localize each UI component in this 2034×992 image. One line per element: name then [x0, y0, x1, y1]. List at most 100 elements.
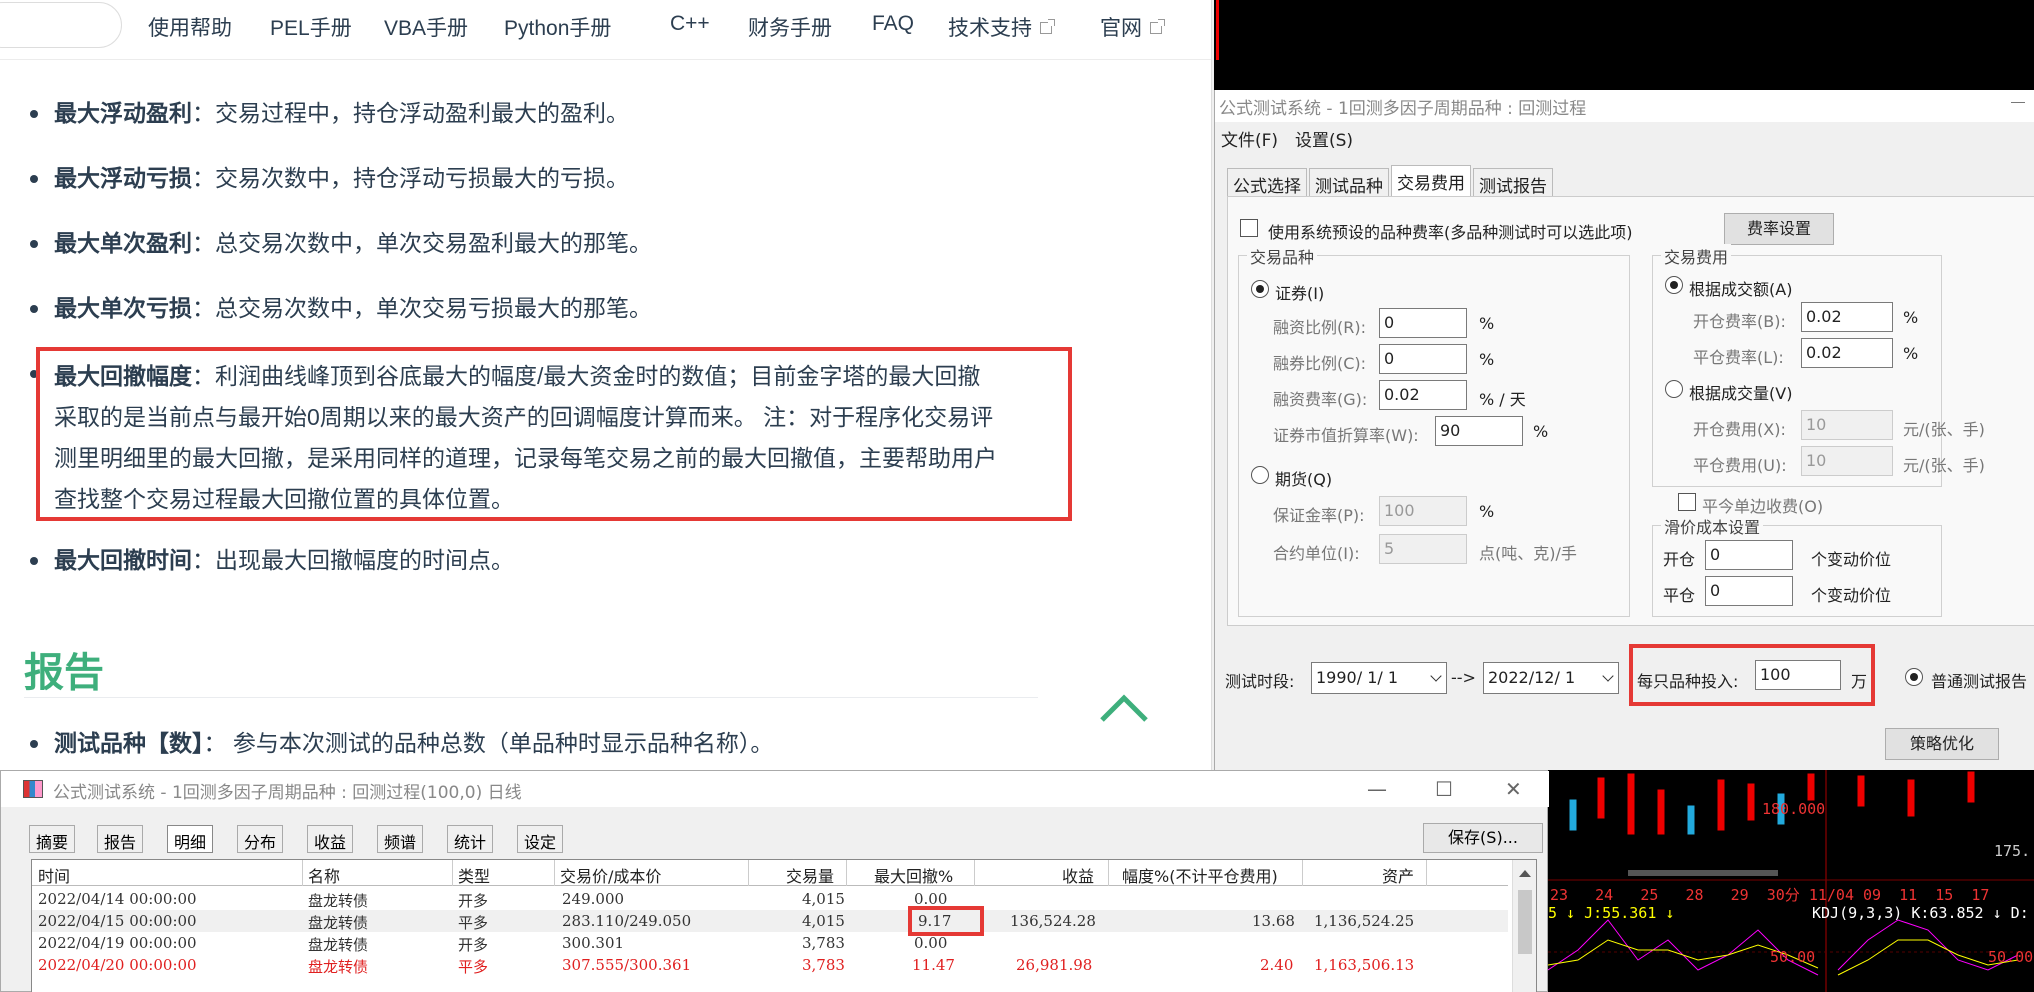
minimize-icon[interactable]: [2011, 102, 2025, 103]
tab-trading-fee[interactable]: 交易费用: [1391, 165, 1471, 196]
close-rate-input[interactable]: 0.02: [1801, 338, 1893, 368]
candle: [1657, 789, 1665, 835]
close-icon[interactable]: ✕: [1505, 777, 1522, 801]
variety-group-title: 交易品种: [1247, 244, 1318, 268]
deposit-rate-label: 保证金率(P):: [1273, 506, 1365, 525]
open-fee-input[interactable]: 10: [1801, 410, 1893, 440]
slip-open-input[interactable]: 0: [1705, 540, 1793, 570]
candle: [1687, 805, 1695, 835]
save-button[interactable]: 保存(S)...: [1423, 823, 1543, 853]
slip-close-input[interactable]: 0: [1705, 576, 1793, 606]
margin-ratio-input[interactable]: 0: [1379, 308, 1467, 338]
tab-settings[interactable]: 设定: [517, 825, 564, 853]
nav-tech-support-label: 技术支持: [948, 17, 1032, 40]
external-link-icon: [1040, 19, 1055, 34]
table-header: 时间 名称 类型 交易价/成本价 交易量 最大回撤% 收益 幅度%(不计平仓费用…: [32, 860, 1508, 886]
contract-unit-input[interactable]: 5: [1379, 534, 1467, 564]
menu-file[interactable]: 文件(F): [1221, 126, 1278, 151]
nav-vba-manual[interactable]: VBA手册: [384, 12, 468, 42]
nav-tech-support[interactable]: 技术支持: [948, 12, 1055, 42]
chevron-down-icon: [1430, 670, 1442, 682]
candle: [1627, 773, 1635, 835]
nav-finance-manual[interactable]: 财务手册: [748, 12, 832, 42]
percent-unit: %: [1479, 314, 1495, 333]
nav-official-site-label: 官网: [1100, 17, 1142, 40]
col-price[interactable]: 交易价/成本价: [560, 863, 661, 887]
col-type[interactable]: 类型: [458, 863, 490, 887]
col-time[interactable]: 时间: [38, 863, 70, 887]
discount-rate-input[interactable]: 90: [1435, 416, 1523, 446]
tab-spectrum[interactable]: 频谱: [377, 825, 424, 853]
percent-unit: %: [1903, 308, 1919, 327]
slip-unit: 个变动价位: [1811, 586, 1892, 605]
search-input[interactable]: [0, 2, 122, 48]
fee-settings-button[interactable]: 费率设置: [1724, 213, 1834, 245]
table-row[interactable]: 2022/04/14 00:00:00 盘龙转债 开多 249.000 4,01…: [32, 888, 1508, 910]
futures-radio[interactable]: [1251, 466, 1269, 484]
tab-detail[interactable]: 明细: [167, 825, 214, 853]
by-amount-radio[interactable]: [1665, 276, 1683, 294]
tab-summary[interactable]: 摘要: [29, 825, 76, 853]
maximize-icon[interactable]: ☐: [1435, 777, 1453, 801]
short-ratio-input[interactable]: 0: [1379, 344, 1467, 374]
tab-test-report[interactable]: 测试报告: [1473, 168, 1553, 197]
table-row[interactable]: 2022/04/19 00:00:00 盘龙转债 开多 300.301 3,78…: [32, 932, 1508, 954]
period-label: 测试时段:: [1225, 672, 1295, 691]
nav-pel-manual[interactable]: PEL手册: [270, 12, 352, 42]
col-divider: [1108, 860, 1109, 886]
col-profit[interactable]: 收益: [1062, 863, 1094, 887]
nav-faq[interactable]: FAQ: [872, 12, 914, 36]
slip-open-label: 开仓: [1663, 550, 1696, 569]
cell-name: 盘龙转债: [308, 892, 369, 910]
margin-ratio-label: 融资比例(R):: [1273, 318, 1366, 337]
margin-rate-input[interactable]: 0.02: [1379, 380, 1467, 410]
open-rate-input[interactable]: 0.02: [1801, 302, 1893, 332]
optimize-button[interactable]: 策略优化: [1885, 728, 1999, 760]
col-drawdown[interactable]: 最大回撤%: [874, 863, 953, 887]
end-date-value: 2022/12/ 1: [1488, 668, 1576, 687]
securities-radio[interactable]: [1251, 280, 1269, 298]
minimize-icon[interactable]: —: [1367, 777, 1387, 801]
back-to-top-icon[interactable]: [1098, 690, 1150, 730]
col-asset[interactable]: 资产: [1382, 863, 1414, 887]
table-row[interactable]: 2022/04/15 00:00:00 盘龙转债 平多 283.110/249.…: [32, 910, 1508, 932]
date-tick: 09: [1863, 886, 1882, 904]
col-name[interactable]: 名称: [308, 863, 340, 887]
cell-name: 盘龙转债: [308, 914, 369, 932]
table-row[interactable]: 2022/04/20 00:00:00 盘龙转债 平多 307.555/300.…: [32, 954, 1508, 976]
tab-test-variety[interactable]: 测试品种: [1309, 168, 1389, 197]
close-fee-input[interactable]: 10: [1801, 446, 1893, 476]
close-fee-label: 平仓费用(U):: [1693, 456, 1787, 475]
tab-statistics[interactable]: 统计: [447, 825, 494, 853]
start-date-picker[interactable]: 1990/ 1/ 1: [1311, 662, 1447, 694]
price-axis-label-2: 175.: [1994, 842, 2031, 860]
tab-report[interactable]: 报告: [97, 825, 144, 853]
menubar: 文件(F) 设置(S): [1215, 122, 2034, 151]
vertical-scrollbar[interactable]: [1512, 860, 1536, 992]
by-volume-radio[interactable]: [1665, 380, 1683, 398]
menu-settings[interactable]: 设置(S): [1295, 126, 1353, 151]
nav-official-site[interactable]: 官网: [1100, 12, 1165, 42]
nav-python-manual[interactable]: Python手册: [504, 12, 611, 42]
cell-price: 249.000: [562, 890, 625, 908]
scroll-up-icon[interactable]: [1519, 870, 1531, 877]
term-desc: ：交易过程中，持仓浮动盈利最大的盈利。: [192, 100, 629, 126]
tab-profit[interactable]: 收益: [307, 825, 354, 853]
col-volume[interactable]: 交易量: [786, 863, 834, 887]
close-today-single-checkbox[interactable]: [1678, 493, 1696, 511]
tab-formula[interactable]: 公式选择: [1227, 168, 1307, 197]
date-tick: 23: [1550, 886, 1569, 904]
end-date-picker[interactable]: 2022/12/ 1: [1483, 662, 1619, 694]
slippage-group: 滑价成本设置 开仓 0 个变动价位 平仓 0 个变动价位: [1652, 514, 1942, 617]
scroll-thumb[interactable]: [1518, 890, 1532, 954]
nav-help[interactable]: 使用帮助: [148, 12, 232, 42]
deposit-rate-input[interactable]: 100: [1379, 496, 1467, 526]
bullet-icon: [30, 110, 38, 118]
normal-test-radio[interactable]: [1905, 668, 1923, 686]
use-system-fee-checkbox[interactable]: [1240, 219, 1258, 237]
date-tick: 28: [1685, 886, 1704, 904]
margin-rate-label: 融资费率(G):: [1273, 390, 1368, 409]
col-pct[interactable]: 幅度%(不计平仓费用): [1122, 863, 1278, 887]
tab-distribution[interactable]: 分布: [237, 825, 284, 853]
nav-cpp[interactable]: C++: [670, 12, 710, 36]
